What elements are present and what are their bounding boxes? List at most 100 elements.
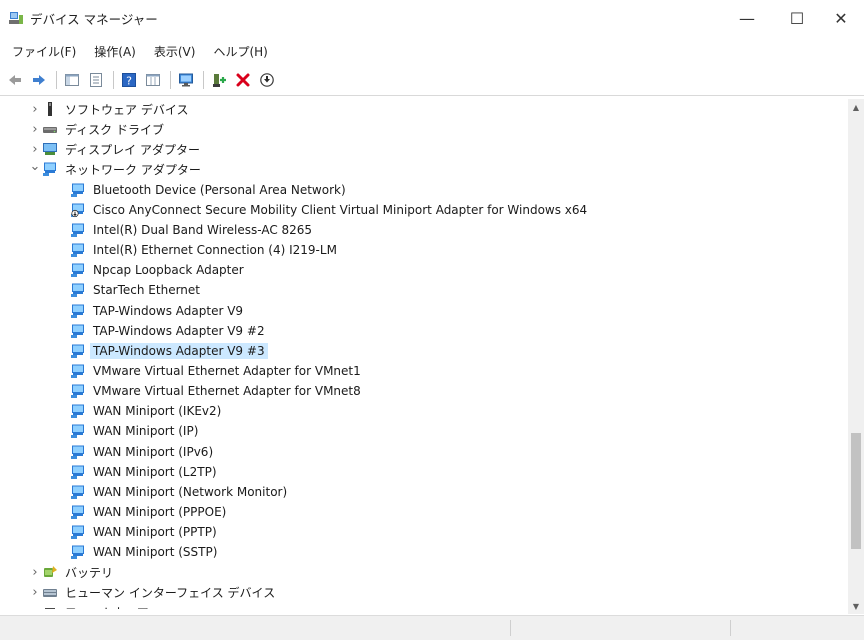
tree-device-item[interactable]: StarTech Ethernet — [70, 280, 203, 300]
back-arrow-icon — [9, 74, 21, 85]
properties-button[interactable] — [85, 69, 107, 91]
tree-item-label: WAN Miniport (IPv6) — [93, 444, 214, 459]
remove-x-icon — [236, 73, 250, 86]
tree-category[interactable]: › ソフトウェア デバイス — [28, 99, 191, 119]
tree-device-item[interactable]: Cisco AnyConnect Secure Mobility Client … — [70, 200, 590, 220]
chevron-right-icon[interactable]: › — [28, 565, 42, 580]
network-adapter-icon — [70, 242, 86, 258]
network-adapter-icon — [70, 262, 86, 278]
tree-device-item[interactable]: WAN Miniport (L2TP) — [70, 462, 220, 482]
tree-category[interactable]: › ディスプレイ アダプター — [28, 139, 203, 159]
tree-category[interactable]: › ディスク ドライブ — [28, 119, 167, 139]
show-hide-console-tree-button[interactable] — [61, 69, 83, 91]
tree-device-item[interactable]: WAN Miniport (IP) — [70, 421, 201, 441]
hid-icon — [42, 585, 58, 601]
status-bar — [0, 615, 864, 640]
scrollbar-thumb[interactable] — [851, 433, 861, 549]
tree-item-label: VMware Virtual Ethernet Adapter for VMne… — [93, 363, 361, 378]
tree-device-item[interactable]: VMware Virtual Ethernet Adapter for VMne… — [70, 361, 364, 381]
menu-help[interactable]: ヘルプ(H) — [205, 41, 275, 62]
tree-device-item[interactable]: Bluetooth Device (Personal Area Network) — [70, 180, 349, 200]
tree-item-label: TAP-Windows Adapter V9 #3 — [90, 342, 268, 359]
uninstall-device-button[interactable] — [232, 69, 254, 91]
scroll-up-button[interactable]: ▲ — [848, 99, 864, 115]
firmware-icon — [42, 605, 58, 609]
scan-hardware-button[interactable] — [175, 69, 197, 91]
tree-category[interactable]: › ヒューマン インターフェイス デバイス — [28, 583, 278, 603]
tree-item-label: ディスク ドライブ — [65, 122, 164, 137]
tree-device-item[interactable]: Intel(R) Dual Band Wireless-AC 8265 — [70, 220, 315, 240]
maximize-button[interactable]: ☐ — [774, 0, 820, 36]
view-button[interactable] — [142, 69, 164, 91]
tree-device-item[interactable]: WAN Miniport (PPPOE) — [70, 502, 229, 522]
network-adapter-icon — [70, 484, 86, 500]
tree-device-item[interactable]: WAN Miniport (SSTP) — [70, 542, 220, 562]
chevron-right-icon[interactable]: › — [28, 122, 42, 137]
add-driver-button[interactable] — [208, 69, 230, 91]
tree-item-label: バッテリ — [65, 565, 114, 580]
network-adapter-icon — [70, 222, 86, 238]
tree-item-label: Intel(R) Dual Band Wireless-AC 8265 — [93, 222, 313, 237]
network-adapter-icon — [70, 444, 86, 460]
view-grid-icon — [146, 73, 160, 86]
network-adapter-icon — [70, 383, 86, 399]
chevron-down-icon[interactable]: ⌄ — [28, 159, 42, 174]
minimize-icon: — — [739, 8, 755, 28]
tree-device-item[interactable]: WAN Miniport (PPTP) — [70, 522, 220, 542]
tree-item-label: TAP-Windows Adapter V9 #2 — [93, 323, 265, 338]
tree-category[interactable]: ⌄ ネットワーク アダプター — [28, 159, 204, 179]
tree-category[interactable]: › ファームウェア — [28, 603, 152, 609]
toolbar-separator — [56, 70, 57, 89]
tree-device-item[interactable]: WAN Miniport (IKEv2) — [70, 401, 224, 421]
add-device-icon — [213, 73, 226, 87]
network-adapter-icon — [42, 161, 58, 177]
menu-bar: ファイル(F) 操作(A) 表示(V) ヘルプ(H) — [0, 38, 864, 64]
chevron-right-icon[interactable]: › — [28, 142, 42, 157]
svg-text:?: ? — [126, 74, 132, 87]
network-adapter-icon — [70, 182, 86, 198]
monitor-icon — [179, 73, 193, 86]
menu-view[interactable]: 表示(V) — [146, 41, 204, 62]
vertical-scrollbar[interactable]: ▲ ▼ — [848, 99, 864, 614]
tree-device-item[interactable]: TAP-Windows Adapter V9 — [70, 301, 246, 321]
network-adapter-icon — [70, 504, 86, 520]
menu-action[interactable]: 操作(A) — [86, 41, 144, 62]
tree-device-item[interactable]: WAN Miniport (Network Monitor) — [70, 482, 290, 502]
close-icon: ✕ — [834, 8, 848, 28]
chevron-right-icon[interactable]: › — [28, 102, 42, 117]
tree-device-item[interactable]: Intel(R) Ethernet Connection (4) I219-LM — [70, 240, 340, 260]
properties-icon — [90, 72, 102, 87]
tree-item-label: Bluetooth Device (Personal Area Network) — [93, 182, 346, 197]
tree-item-label: WAN Miniport (SSTP) — [93, 545, 218, 560]
tree-item-label: WAN Miniport (Network Monitor) — [93, 484, 288, 499]
tree-device-item[interactable]: VMware Virtual Ethernet Adapter for VMne… — [70, 381, 364, 401]
minimize-button[interactable]: — — [724, 0, 770, 36]
chevron-right-icon[interactable]: › — [28, 605, 42, 609]
tree-device-item[interactable]: Npcap Loopback Adapter — [70, 260, 247, 280]
tree-category[interactable]: › バッテリ — [28, 562, 116, 582]
scroll-down-button[interactable]: ▼ — [848, 598, 864, 614]
window-title: デバイス マネージャー — [30, 12, 158, 27]
help-button[interactable]: ? — [118, 69, 140, 91]
network-adapter-icon — [70, 544, 86, 560]
disk-drive-icon — [42, 121, 58, 137]
tree-item-label: Intel(R) Ethernet Connection (4) I219-LM — [93, 243, 337, 258]
close-button[interactable]: ✕ — [818, 0, 864, 36]
status-separator — [730, 620, 731, 636]
tree-device-item[interactable]: TAP-Windows Adapter V9 #2 — [70, 321, 268, 341]
tree-item-label: WAN Miniport (L2TP) — [93, 464, 217, 479]
device-tree[interactable]: › ソフトウェア デバイス › ディスク ドライブ › ディスプレイ アダプター ⌄ ネットワ… — [8, 99, 848, 609]
back-button[interactable] — [4, 69, 26, 91]
network-adapter-icon — [70, 323, 86, 339]
update-driver-button[interactable] — [256, 69, 278, 91]
forward-arrow-icon — [33, 74, 45, 85]
console-tree-icon — [65, 73, 79, 86]
chevron-right-icon[interactable]: › — [28, 585, 42, 600]
tree-device-item[interactable]: TAP-Windows Adapter V9 #3 — [70, 341, 268, 361]
menu-file[interactable]: ファイル(F) — [4, 41, 84, 62]
title-bar: デバイス マネージャー — ☐ ✕ — [0, 0, 864, 36]
toolbar-separator — [170, 70, 171, 89]
tree-device-item[interactable]: WAN Miniport (IPv6) — [70, 442, 216, 462]
network-adapter-icon — [70, 403, 86, 419]
forward-button[interactable] — [28, 69, 50, 91]
